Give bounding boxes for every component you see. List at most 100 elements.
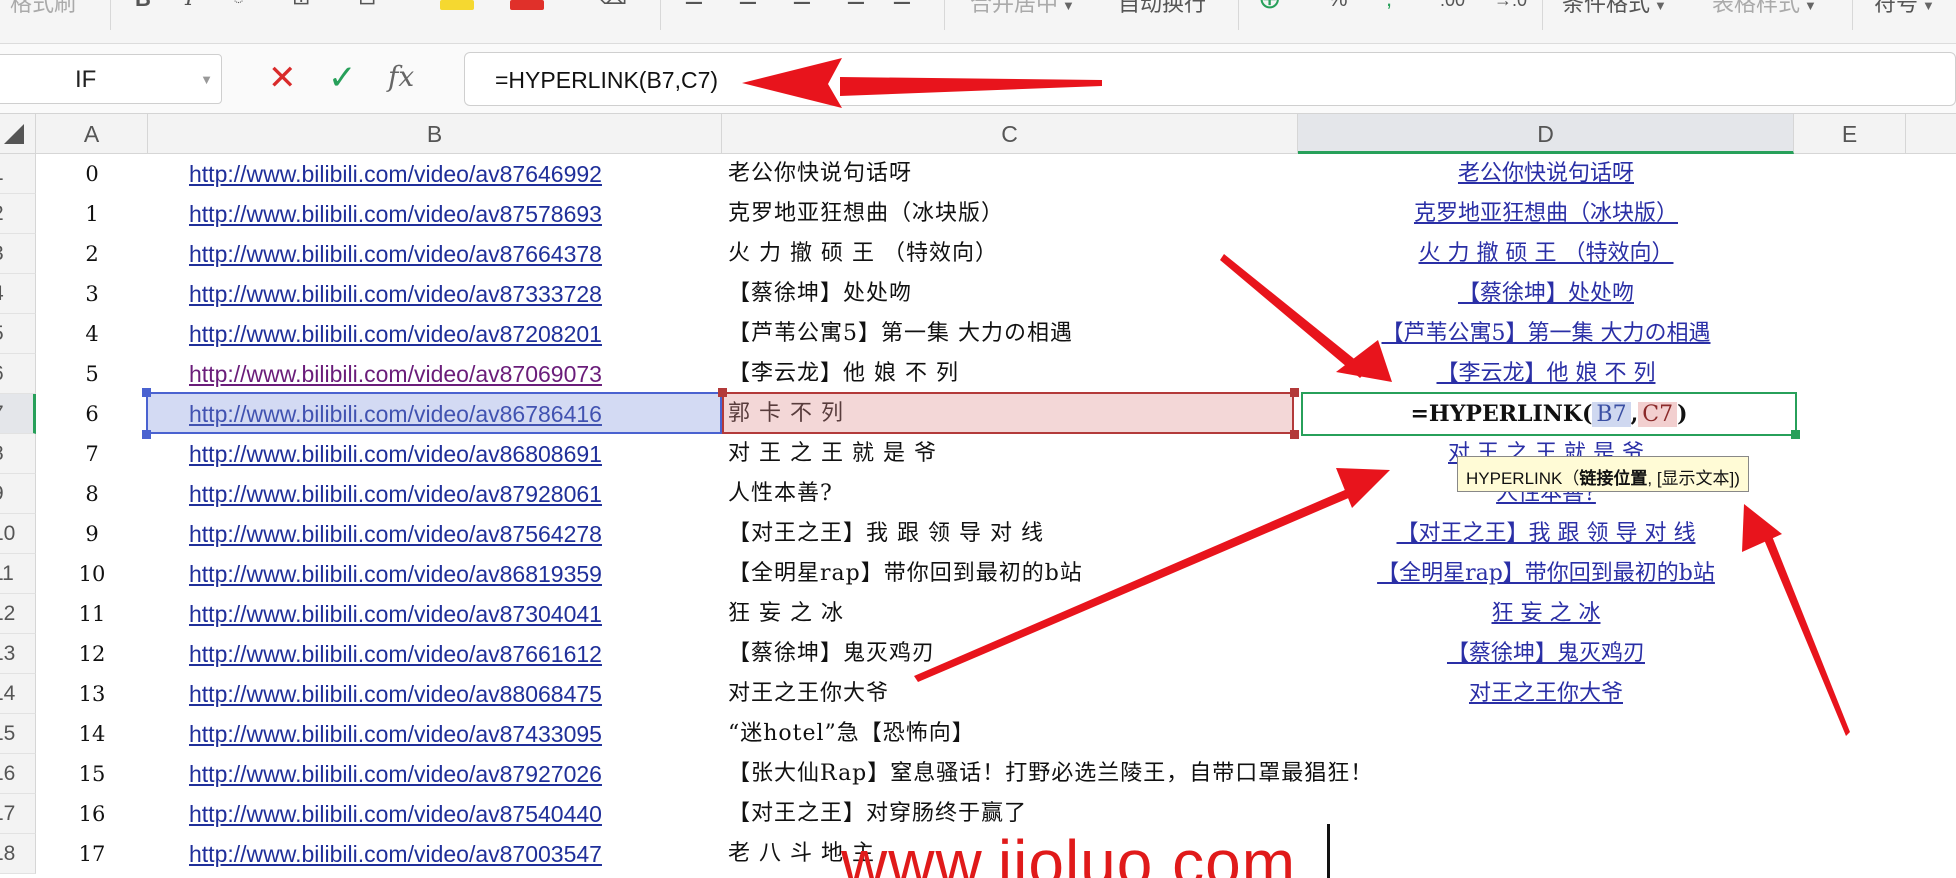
cell-hyperlink[interactable] [1298, 834, 1794, 874]
cell-index[interactable]: 8 [36, 474, 148, 514]
row-header[interactable]: 14 [0, 674, 36, 714]
cell-index[interactable]: 3 [36, 274, 148, 314]
justify-icon[interactable]: ☰ [846, 0, 866, 10]
row-header[interactable]: 7 [0, 394, 36, 434]
cell-hyperlink[interactable]: 狂 妄 之 冰 [1298, 594, 1794, 634]
resize-handle[interactable] [1290, 430, 1299, 439]
cell-hyperlink[interactable] [1298, 754, 1794, 794]
column-header-b[interactable]: B [148, 114, 722, 154]
column-header-f[interactable] [1906, 114, 1956, 154]
cell-url-link[interactable]: http://www.bilibili.com/video/av87540440 [189, 794, 749, 834]
cell-url-link[interactable]: http://www.bilibili.com/video/av87564278 [189, 514, 749, 554]
row-header[interactable]: 13 [0, 634, 36, 674]
cell-hyperlink[interactable]: 克罗地亚狂想曲（冰块版） [1298, 194, 1794, 234]
column-header-d[interactable]: D [1298, 114, 1794, 154]
cell-index[interactable]: 12 [36, 634, 148, 674]
confirm-icon[interactable]: ✓ [328, 56, 357, 100]
increase-decimal-button[interactable]: .00 [1440, 0, 1465, 11]
cell-hyperlink[interactable]: 【蔡徐坤】鬼灭鸡刃 [1298, 634, 1794, 674]
formula-input[interactable]: =HYPERLINK(B7,C7) [464, 52, 1956, 106]
cell-index[interactable]: 16 [36, 794, 148, 834]
currency-icon[interactable]: ⊕ [1258, 0, 1281, 15]
resize-handle[interactable] [1290, 388, 1299, 397]
row-header[interactable]: 11 [0, 554, 36, 594]
resize-handle[interactable] [718, 388, 727, 397]
cell-url-link[interactable]: http://www.bilibili.com/video/av87646992 [189, 154, 749, 194]
resize-handle[interactable] [142, 430, 151, 439]
cell-url-link[interactable]: http://www.bilibili.com/video/av87664378 [189, 234, 749, 274]
align-left-icon[interactable]: ☰ [684, 0, 704, 10]
cell-url-link[interactable]: http://www.bilibili.com/video/av87433095 [189, 714, 749, 754]
cell-index[interactable]: 7 [36, 434, 148, 474]
row-header[interactable]: 2 [0, 194, 36, 234]
row-header[interactable]: 6 [0, 354, 36, 394]
resize-handle[interactable] [142, 388, 151, 397]
cell-hyperlink[interactable]: 老公你快说句话呀 [1298, 154, 1794, 194]
border-icon[interactable]: ⊞ [292, 0, 310, 10]
cell-url-link[interactable]: http://www.bilibili.com/video/av86819359 [189, 554, 749, 594]
percent-button[interactable]: % [1328, 0, 1348, 12]
row-header[interactable]: 5 [0, 314, 36, 354]
cell-hyperlink[interactable] [1298, 714, 1794, 754]
format-painter-button[interactable]: 格式刷 [10, 0, 76, 18]
cell-hyperlink[interactable]: 【李云龙】他 娘 不 列 [1298, 354, 1794, 394]
row-header[interactable]: 4 [0, 274, 36, 314]
row-header[interactable]: 16 [0, 754, 36, 794]
column-header-c[interactable]: C [722, 114, 1298, 154]
cell-index[interactable]: 5 [36, 354, 148, 394]
thousands-icon[interactable]: , [1386, 0, 1392, 12]
align-center-icon[interactable]: ☰ [738, 0, 758, 10]
cell-index[interactable]: 10 [36, 554, 148, 594]
cell-index[interactable]: 11 [36, 594, 148, 634]
cell-index[interactable]: 2 [36, 234, 148, 274]
table-style-button[interactable]: 表格样式 ▼ [1712, 0, 1817, 18]
cell-hyperlink[interactable]: 【蔡徐坤】处处吻 [1298, 274, 1794, 314]
highlight-color-icon[interactable] [440, 0, 474, 10]
decrease-decimal-button[interactable]: →.0 [1494, 0, 1527, 11]
cell-url-link[interactable]: http://www.bilibili.com/video/av87304041 [189, 594, 749, 634]
fill-handle[interactable] [1791, 430, 1800, 439]
cell-index[interactable]: 14 [36, 714, 148, 754]
cell-index[interactable]: 1 [36, 194, 148, 234]
chevron-down-icon[interactable]: ▼ [200, 72, 213, 87]
merge-center-button[interactable]: 合并居中 ▼ [970, 0, 1075, 18]
cell-index[interactable]: 17 [36, 834, 148, 874]
row-header[interactable]: 9 [0, 474, 36, 514]
cancel-icon[interactable]: ✕ [268, 56, 297, 100]
name-box[interactable]: IF ▼ [0, 54, 222, 104]
row-header[interactable]: 18 [0, 834, 36, 874]
cell-hyperlink[interactable]: 【全明星rap】带你回到最初的b站 [1298, 554, 1794, 594]
cell-hyperlink[interactable]: 【芦苇公寓5】第一集 大力の相遇 [1298, 314, 1794, 354]
cell-url-link[interactable]: http://www.bilibili.com/video/av87208201 [189, 314, 749, 354]
bold-button[interactable]: B [135, 0, 151, 12]
cell-index[interactable]: 15 [36, 754, 148, 794]
row-header[interactable]: 17 [0, 794, 36, 834]
distributed-icon[interactable]: ☰ [892, 0, 912, 10]
wrap-text-button[interactable]: 自动换行 [1118, 0, 1206, 18]
cell-index[interactable]: 6 [36, 394, 148, 434]
underline-icon[interactable]: ◌ [232, 0, 245, 10]
column-header-a[interactable]: A [36, 114, 148, 154]
cell-url-link[interactable]: http://www.bilibili.com/video/av87578693 [189, 194, 749, 234]
row-header[interactable]: 3 [0, 234, 36, 274]
fill-icon[interactable]: ⊡ [358, 0, 376, 10]
align-right-icon[interactable]: ☰ [792, 0, 812, 10]
cell-url-link[interactable]: http://www.bilibili.com/video/av87333728 [189, 274, 749, 314]
row-header[interactable]: 12 [0, 594, 36, 634]
row-header[interactable]: 8 [0, 434, 36, 474]
cell-url-link[interactable]: http://www.bilibili.com/video/av86808691 [189, 434, 749, 474]
column-header-e[interactable]: E [1794, 114, 1906, 154]
cell-hyperlink[interactable] [1298, 794, 1794, 834]
row-header[interactable]: 1 [0, 154, 36, 194]
select-all-corner[interactable] [0, 114, 36, 154]
insert-function-icon[interactable]: fx [388, 60, 414, 93]
italic-button[interactable]: I [185, 0, 194, 11]
symbol-button[interactable]: 符号 ▼ [1874, 0, 1935, 18]
cell-index[interactable]: 9 [36, 514, 148, 554]
conditional-format-button[interactable]: 条件格式 ▼ [1562, 0, 1667, 18]
cell-url-link[interactable]: http://www.bilibili.com/video/av87069073 [189, 354, 749, 394]
cell-url-link[interactable]: http://www.bilibili.com/video/av87003547 [189, 834, 749, 874]
cell-hyperlink[interactable]: 火 力 撤 硕 王 （特效向） [1298, 234, 1794, 274]
row-header[interactable]: 10 [0, 514, 36, 554]
cell-index[interactable]: 13 [36, 674, 148, 714]
